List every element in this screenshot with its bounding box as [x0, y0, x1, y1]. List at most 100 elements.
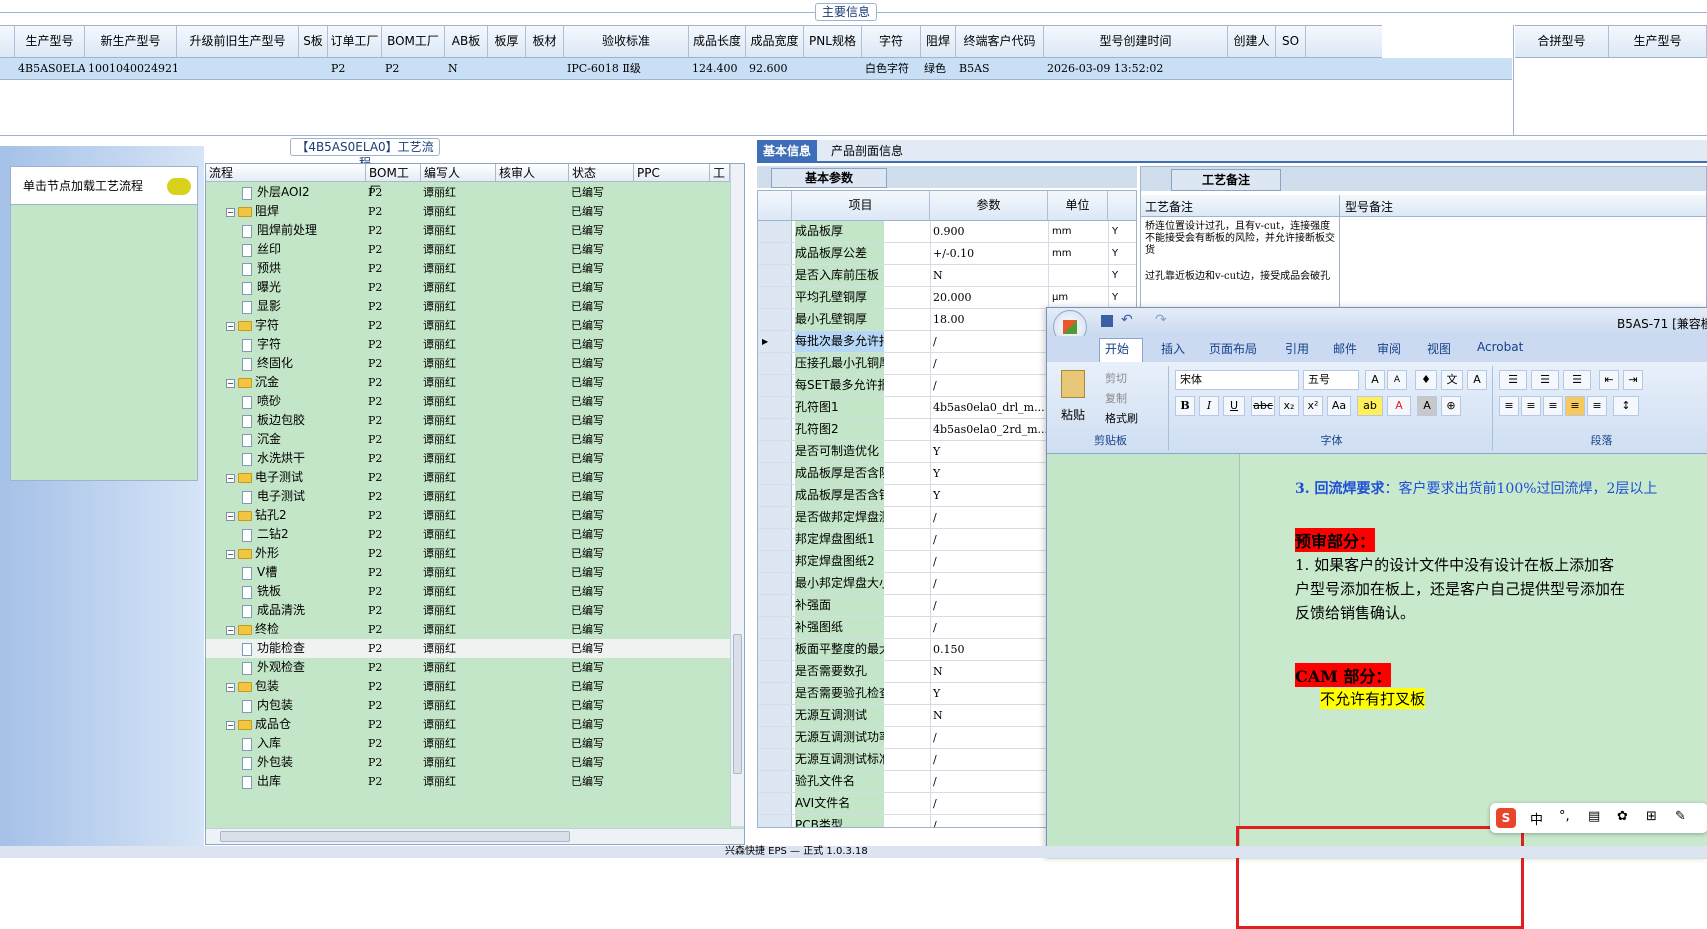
copy-button[interactable]: 复制	[1105, 390, 1127, 406]
main-cell[interactable]: IPC-6018 Ⅱ级	[564, 58, 689, 79]
main-cell[interactable]: 2026-03-09 13:52:02	[1044, 58, 1228, 79]
tree-row[interactable]: 出库 P2 谭丽红 已编写	[206, 772, 730, 791]
tree-row[interactable]: V槽 P2 谭丽红 已编写	[206, 563, 730, 582]
main-col-header[interactable]: 板材	[526, 26, 564, 57]
tree-row[interactable]: 丝印 P2 谭丽红 已编写	[206, 240, 730, 259]
justify-button[interactable]: ≡	[1565, 396, 1585, 416]
ribbon-tab[interactable]: 审阅	[1377, 340, 1401, 357]
param-cell-v[interactable]: 18.00	[930, 309, 1048, 330]
tree-row[interactable]: 板边包胶 P2 谭丽红 已编写	[206, 411, 730, 430]
phonetic-button[interactable]: 文	[1441, 370, 1463, 390]
document-page[interactable]: 3. 回流焊要求：客户要求出货前100%过回流焊，2层以上 预审部分： 1. 如…	[1239, 454, 1707, 859]
param-cell-v[interactable]: /	[930, 793, 1048, 814]
main-cell[interactable]: 4B5AS0ELA0	[15, 58, 85, 79]
tab-product-profile[interactable]: 产品剖面信息	[825, 140, 909, 163]
main-col-header[interactable]: 升级前旧生产型号	[177, 26, 299, 57]
tab-basic-info[interactable]: 基本信息	[757, 140, 818, 163]
main-cell[interactable]: P2	[328, 58, 382, 79]
main-col-header[interactable]: SO	[1276, 26, 1306, 57]
tree-row[interactable]: 功能检查 P2 谭丽红 已编写	[206, 639, 730, 658]
ime-button[interactable]: 中	[1530, 809, 1543, 828]
redo-icon[interactable]: ↷	[1155, 312, 1167, 328]
word-window[interactable]: ↶ ↷ B5AS-71 [兼容模 开始 插入 页面布局 引用 邮件 审阅 视图 Acrobat…	[1046, 307, 1707, 929]
main-info-row[interactable]: 4B5AS0ELA010010400249218P2P2NIPC-6018 Ⅱ级…	[0, 58, 1512, 80]
collapse-icon[interactable]: −	[226, 682, 235, 692]
tree-col-header[interactable]: 流程	[206, 164, 366, 182]
param-cell-v[interactable]: N	[930, 705, 1048, 726]
ime-button[interactable]: ⊞	[1646, 809, 1657, 824]
main-col-header[interactable]: 板厚	[488, 26, 526, 57]
collapse-icon[interactable]: −	[226, 473, 235, 483]
main-col-header[interactable]: PNL规格	[804, 26, 862, 57]
main-col-header[interactable]: AB板	[445, 26, 488, 57]
param-cell-v[interactable]: +/-0.10	[930, 243, 1048, 264]
param-cell-v[interactable]: /	[930, 771, 1048, 792]
param-cell-u[interactable]: μm	[1048, 287, 1108, 308]
craft-note-1[interactable]: 桥连位置设计过孔，且有v-cut，连接强度不能接受会有断板的风险，并允许接断板交…	[1145, 221, 1335, 257]
clear-format-button[interactable]: ♦	[1415, 370, 1437, 390]
document-area[interactable]: 3. 回流焊要求：客户要求出货前100%过回流焊，2层以上 预审部分： 1. 如…	[1047, 454, 1707, 929]
collapse-icon[interactable]: −	[226, 321, 235, 331]
font-color-button[interactable]: A	[1387, 396, 1411, 416]
tab-craft-notes[interactable]: 工艺备注	[1171, 169, 1281, 191]
param-cell-u[interactable]	[1048, 265, 1108, 286]
ime-button[interactable]: ✿	[1617, 809, 1628, 824]
tree-col-header[interactable]: BOM工厂	[366, 164, 421, 198]
param-row[interactable]: 平均孔壁铜厚 20.000 μm Y	[758, 287, 1136, 309]
collapse-icon[interactable]: −	[226, 511, 235, 521]
font-name-select[interactable]: 宋体	[1175, 370, 1299, 390]
param-row[interactable]: 是否入库前压板 N Y	[758, 265, 1136, 287]
param-cell-v[interactable]: /	[930, 749, 1048, 770]
param-cell-v[interactable]: N	[930, 661, 1048, 682]
collapse-icon[interactable]: −	[226, 549, 235, 559]
tree-col-header[interactable]: 编写人	[421, 164, 496, 182]
main-cell[interactable]: 绿色	[921, 58, 956, 79]
main-cell[interactable]: 10010400249218	[85, 58, 177, 79]
param-cell-v[interactable]: /	[930, 375, 1048, 396]
main-col-header[interactable]: 阻焊	[921, 26, 956, 57]
tree-row[interactable]: − 终检 P2 谭丽红 已编写	[206, 620, 730, 639]
ribbon-tab[interactable]: 页面布局	[1209, 340, 1257, 357]
line-spacing-button[interactable]: ↕	[1613, 396, 1639, 416]
param-cell-v[interactable]: 0.900	[930, 221, 1048, 242]
param-cell-v[interactable]: /	[930, 595, 1048, 616]
main-cell[interactable]: N	[445, 58, 488, 79]
load-process-panel[interactable]: 单击节点加载工艺流程	[10, 166, 198, 481]
tree-row[interactable]: 外层AOI2 P2 谭丽红 已编写	[206, 183, 730, 202]
main-col-header[interactable]: 字符	[862, 26, 921, 57]
tree-vertical-scrollbar[interactable]	[730, 164, 744, 826]
tree-row[interactable]: − 沉金 P2 谭丽红 已编写	[206, 373, 730, 392]
main-col-header[interactable]: 新生产型号	[85, 26, 177, 57]
main-col-header[interactable]: 验收标准	[564, 26, 689, 57]
char-shading-button[interactable]: A	[1417, 396, 1437, 416]
main-col-header[interactable]: 创建人	[1228, 26, 1276, 57]
main-col-header[interactable]: 生产型号	[15, 26, 85, 57]
param-cell-v[interactable]: /	[930, 617, 1048, 638]
main-cell[interactable]	[488, 58, 526, 79]
param-cell-v[interactable]: N	[930, 265, 1048, 286]
param-cell-v[interactable]: /	[930, 507, 1048, 528]
main-cell[interactable]: B5AS	[956, 58, 1044, 79]
tree-row[interactable]: − 阻焊 P2 谭丽红 已编写	[206, 202, 730, 221]
bullets-button[interactable]: ☰	[1499, 370, 1527, 390]
col-merge-model[interactable]: 合拼型号	[1515, 26, 1609, 57]
collapse-icon[interactable]: −	[226, 207, 235, 217]
tree-row[interactable]: 显影 P2 谭丽红 已编写	[206, 297, 730, 316]
main-col-header[interactable]: BOM工厂	[382, 26, 445, 57]
param-cell-v[interactable]: /	[930, 353, 1048, 374]
param-cell-u[interactable]: mm	[1048, 221, 1108, 242]
main-col-header[interactable]: 成品长度	[689, 26, 746, 57]
tree-row[interactable]: 铣板 P2 谭丽红 已编写	[206, 582, 730, 601]
enclose-char-button[interactable]: ⊕	[1441, 396, 1461, 416]
param-cell-y[interactable]: Y	[1108, 287, 1122, 308]
ribbon-tab[interactable]: 开始	[1105, 340, 1129, 357]
param-cell-v[interactable]: /	[930, 331, 1048, 352]
col-production-model[interactable]: 生产型号	[1609, 26, 1707, 57]
paste-icon[interactable]	[1061, 370, 1085, 398]
font-size-select[interactable]: 五号	[1303, 370, 1359, 390]
multilevel-list-button[interactable]: ☰	[1563, 370, 1591, 390]
param-row[interactable]: 成品板厚 0.900 mm Y	[758, 221, 1136, 243]
save-icon[interactable]	[1101, 315, 1113, 327]
increase-indent-button[interactable]: ⇥	[1623, 370, 1643, 390]
param-cell-v[interactable]: /	[930, 815, 1048, 827]
